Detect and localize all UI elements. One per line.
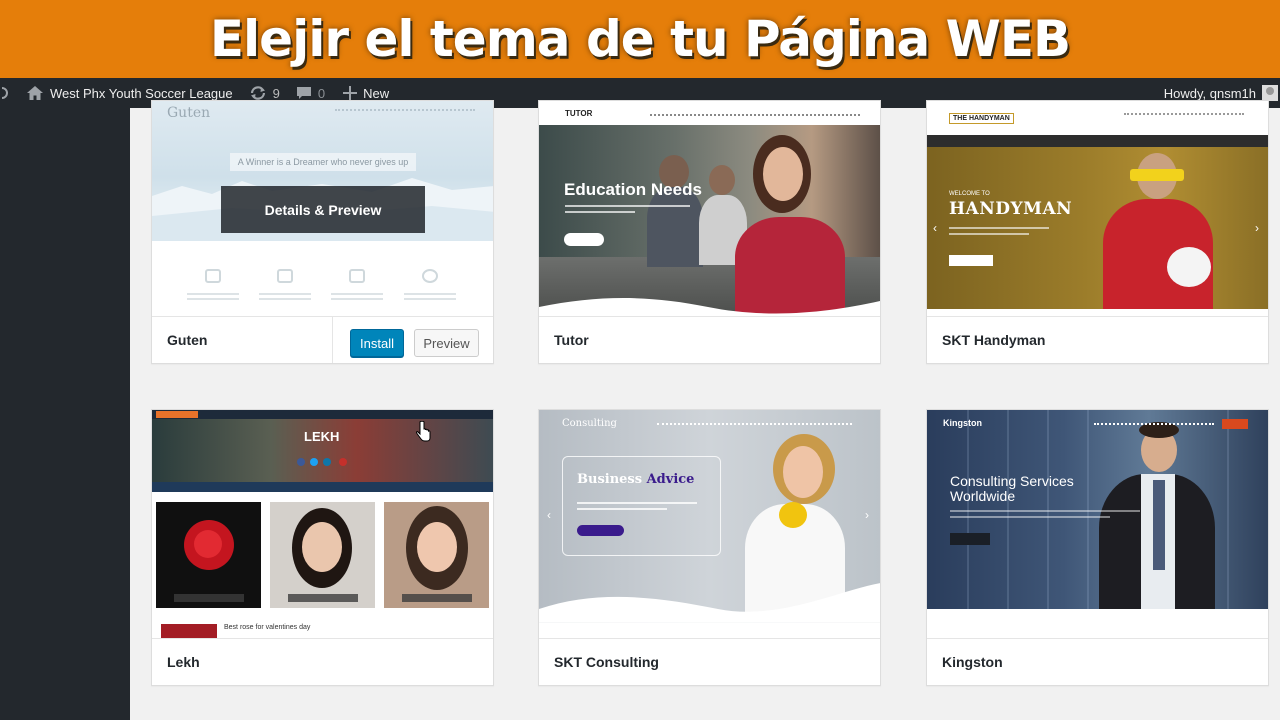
guten-nav [335, 109, 475, 112]
theme-footer: Guten Install Preview [152, 316, 493, 363]
theme-card-skt-handyman[interactable]: THE HANDYMAN WELCOME TO HANDYMAN ‹ › SKT… [926, 100, 1269, 364]
handyman-headline: HANDYMAN [949, 199, 1073, 219]
theme-name: SKT Handyman [942, 332, 1046, 348]
site-name: West Phx Youth Soccer League [50, 85, 233, 101]
theme-footer: Lekh [152, 638, 493, 685]
preview-button[interactable]: Preview [414, 329, 479, 357]
theme-name: Tutor [554, 332, 589, 348]
guten-feature [183, 269, 243, 303]
plus-icon [343, 86, 358, 100]
twitter-icon [310, 458, 318, 466]
handyman-contact [1124, 113, 1244, 121]
youtube-icon [339, 458, 347, 466]
kingston-logo: Kingston [943, 418, 982, 428]
theme-card-lekh[interactable]: LEKH Best rose for valentines day Lekh [151, 409, 494, 686]
post-title: Best rose for valentines day [224, 624, 311, 631]
linkedin-icon [323, 458, 331, 466]
facebook-icon [297, 458, 305, 466]
chevron-right-icon: › [865, 508, 869, 522]
chevron-left-icon: ‹ [933, 221, 937, 235]
cursor-icon [416, 421, 431, 442]
theme-screenshot[interactable]: Guten A Winner is a Dreamer who never gi… [152, 101, 493, 317]
guten-logo: Guten [167, 105, 211, 121]
consulting-headline: Business Advice [577, 472, 695, 487]
theme-name: Guten [167, 332, 208, 348]
portrait-photo [384, 502, 489, 608]
updates-icon [250, 86, 265, 100]
guten-feature [255, 269, 315, 303]
kingston-nav [1094, 423, 1214, 425]
theme-card-skt-consulting[interactable]: Consulting Business Advice ‹ › SKT Consu… [538, 409, 881, 686]
theme-screenshot[interactable]: TUTOR Education Needs [539, 101, 880, 317]
guten-feature [400, 269, 460, 303]
comments-icon [296, 87, 311, 99]
updates-count: 9 [272, 85, 280, 101]
tutor-logo: TUTOR [565, 109, 593, 118]
footer-divider [332, 317, 333, 363]
theme-footer: SKT Handyman [927, 316, 1268, 363]
banner-title: Elejir el tema de tu Página WEB [209, 10, 1071, 68]
handyman-welcome: WELCOME TO [949, 191, 990, 197]
guten-quote: A Winner is a Dreamer who never gives up [230, 153, 416, 171]
tutor-headline: Education Needs [564, 180, 702, 199]
lekh-logo: LEKH [304, 429, 340, 444]
comments-count: 0 [317, 85, 326, 101]
details-preview-button[interactable]: Details & Preview [221, 186, 425, 233]
handyman-hero: WELCOME TO HANDYMAN ‹ › [927, 147, 1268, 309]
wave-divider [539, 583, 880, 623]
install-button[interactable]: Install [350, 329, 404, 357]
theme-name: SKT Consulting [554, 654, 659, 670]
wave-divider [539, 298, 880, 317]
new-label: New [363, 85, 390, 101]
theme-name: Lekh [167, 654, 200, 670]
theme-screenshot[interactable]: LEKH Best rose for valentines day [152, 410, 493, 639]
post-thumbnail [161, 624, 217, 639]
consulting-logo: Consulting [562, 418, 617, 429]
theme-card-kingston[interactable]: Kingston Consulting Services Worldwide K… [926, 409, 1269, 686]
wordpress-icon [2, 87, 8, 99]
tutor-header: TUTOR [539, 101, 880, 125]
home-icon [27, 86, 43, 100]
title-banner: Elejir el tema de tu Página WEB [0, 0, 1280, 78]
howdy-text: Howdy, qnsm1h [1163, 85, 1256, 101]
kingston-headline: Consulting Services Worldwide [950, 473, 1074, 504]
tutor-hero: Education Needs [539, 125, 880, 317]
wordpress-menu[interactable] [0, 78, 16, 108]
theme-screenshot[interactable]: THE HANDYMAN WELCOME TO HANDYMAN ‹ › [927, 101, 1268, 317]
theme-card-guten[interactable]: Guten A Winner is a Dreamer who never gi… [151, 100, 494, 364]
theme-footer: Tutor [539, 316, 880, 363]
consulting-button [577, 525, 624, 536]
handyman-logo: THE HANDYMAN [949, 113, 1014, 124]
theme-card-tutor[interactable]: TUTOR Education Needs Tutor [538, 100, 881, 364]
handyman-button [949, 255, 993, 266]
rose-photo [156, 502, 261, 608]
kingston-button [950, 533, 990, 545]
guten-feature [327, 269, 387, 303]
chevron-right-icon: › [1255, 221, 1259, 235]
handyman-nav [927, 135, 1268, 147]
portrait-photo [270, 502, 375, 608]
chevron-left-icon: ‹ [547, 508, 551, 522]
theme-screenshot[interactable]: Kingston Consulting Services Worldwide [927, 410, 1268, 639]
kingston-nav-button [1222, 419, 1248, 429]
tutor-nav [650, 114, 860, 116]
lekh-nav [152, 482, 493, 492]
kingston-hero: Kingston Consulting Services Worldwide [927, 410, 1268, 609]
theme-footer: SKT Consulting [539, 638, 880, 685]
tutor-read-more [564, 233, 604, 246]
consulting-nav [657, 423, 852, 425]
theme-name: Kingston [942, 654, 1003, 670]
lekh-topbar [152, 410, 493, 419]
avatar [1262, 85, 1278, 101]
admin-sidebar [0, 108, 130, 720]
handyman-header: THE HANDYMAN [927, 101, 1268, 135]
theme-footer: Kingston [927, 638, 1268, 685]
theme-screenshot[interactable]: Consulting Business Advice ‹ › [539, 410, 880, 639]
